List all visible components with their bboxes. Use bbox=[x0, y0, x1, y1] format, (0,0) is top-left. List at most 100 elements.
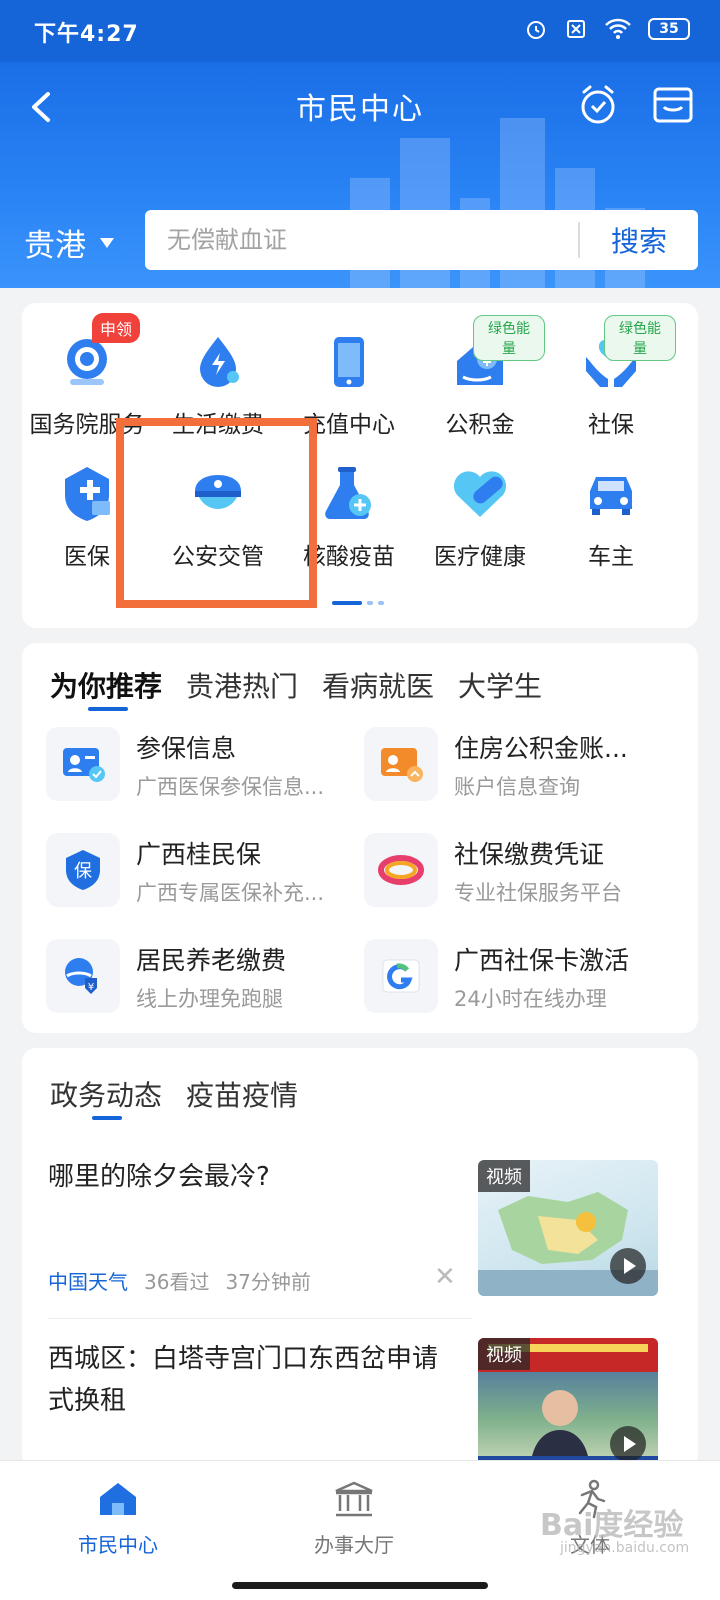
service-label: 核酸疫苗 bbox=[303, 544, 395, 570]
status-icons: 35 bbox=[524, 17, 690, 41]
alarm-button[interactable] bbox=[576, 80, 620, 130]
service-utility-bill[interactable]: 生活缴费 bbox=[153, 331, 283, 439]
news-card: 政务动态 疫苗疫情 哪里的除夕会最冷? 中国天气 36看过 37分钟前 ✕ 视频… bbox=[22, 1048, 698, 1474]
search-input[interactable] bbox=[145, 226, 578, 254]
watermark-logo: Bai度经验 bbox=[540, 1508, 684, 1543]
tab-vaccine-epidemic[interactable]: 疫苗疫情 bbox=[186, 1074, 298, 1114]
rec-pension-payment[interactable]: ¥ 居民养老缴费 线上办理免跑腿 bbox=[46, 939, 356, 1019]
battery-icon: 35 bbox=[648, 18, 690, 40]
rec-subtitle: 线上办理免跑腿 bbox=[136, 987, 283, 1011]
service-police-traffic[interactable]: 公安交管 bbox=[153, 463, 283, 571]
fund-account-icon bbox=[364, 727, 438, 801]
caret-down-icon bbox=[100, 237, 114, 248]
rec-social-payment-proof[interactable]: 社保缴费凭证 专业社保服务平台 bbox=[364, 833, 674, 913]
rec-housing-fund-account[interactable]: 住房公积金账... 账户信息查询 bbox=[364, 727, 674, 807]
news-tabs: 政务动态 疫苗疫情 bbox=[50, 1074, 298, 1114]
apply-badge: 申领 bbox=[92, 313, 141, 343]
recommend-card: 为你推荐 贵港热门 看病就医 大学生 参保信息 广西医保参保信息... 住房公积… bbox=[22, 643, 698, 1033]
insurance-card-icon bbox=[46, 727, 120, 801]
social-card-icon bbox=[364, 939, 438, 1013]
rec-title: 住房公积金账... bbox=[454, 734, 628, 763]
service-medical-health[interactable]: 医疗健康 bbox=[415, 463, 545, 571]
video-tag: 视频 bbox=[478, 1160, 530, 1192]
service-medical-insurance[interactable]: 医保 bbox=[22, 463, 152, 571]
rec-guiminbao[interactable]: 保 广西桂民保 广西专属医保补充... bbox=[46, 833, 356, 913]
rec-title: 广西桂民保 bbox=[136, 840, 262, 869]
nav-label: 市民中心 bbox=[78, 1533, 158, 1557]
service-label: 医保 bbox=[64, 544, 110, 570]
medical-insurance-icon bbox=[65, 467, 110, 521]
svg-text:保: 保 bbox=[74, 861, 92, 882]
rec-subtitle: 24小时在线办理 bbox=[454, 987, 607, 1011]
search-bar: 搜索 bbox=[145, 210, 698, 270]
alarm-clock-icon bbox=[581, 85, 615, 124]
service-state-council[interactable]: 申领 国务院服务 bbox=[22, 313, 152, 439]
service-car-owner[interactable]: 车主 bbox=[546, 463, 676, 571]
tab-medical[interactable]: 看病就医 bbox=[322, 665, 434, 705]
tab-college[interactable]: 大学生 bbox=[458, 665, 542, 705]
car-icon bbox=[590, 477, 632, 515]
dismiss-news-button[interactable]: ✕ bbox=[434, 1262, 456, 1292]
service-label: 充值中心 bbox=[303, 412, 395, 438]
rec-subtitle: 广西医保参保信息... bbox=[136, 775, 325, 799]
play-icon bbox=[610, 1248, 646, 1284]
news-source[interactable]: 中国天气 bbox=[48, 1266, 128, 1295]
news-divider bbox=[48, 1318, 472, 1319]
rec-subtitle: 广西专属医保补充... bbox=[136, 881, 325, 905]
recommend-tabs: 为你推荐 贵港热门 看病就医 大学生 bbox=[50, 665, 542, 705]
rec-title: 社保缴费凭证 bbox=[454, 840, 605, 869]
service-social-security[interactable]: 绿色能量 社保 bbox=[546, 315, 676, 439]
tab-for-you[interactable]: 为你推荐 bbox=[50, 665, 162, 705]
city-name: 贵港 bbox=[24, 228, 86, 264]
news-views: 36看过 bbox=[144, 1270, 210, 1294]
green-energy-badge: 绿色能量 bbox=[604, 315, 676, 361]
search-button[interactable]: 搜索 bbox=[580, 220, 698, 260]
swirl-logo-icon bbox=[364, 833, 438, 907]
status-time: 下午4:27 bbox=[34, 22, 139, 47]
sim-off-icon bbox=[567, 20, 585, 38]
service-housing-fund[interactable]: 绿色能量 公积金 bbox=[415, 315, 545, 439]
rec-title: 参保信息 bbox=[136, 734, 237, 763]
home-indicator[interactable] bbox=[232, 1582, 488, 1589]
news-time: 37分钟前 bbox=[225, 1270, 311, 1294]
service-label: 医疗健康 bbox=[434, 544, 526, 570]
flask-icon bbox=[325, 467, 371, 519]
nav-label: 办事大厅 bbox=[314, 1533, 394, 1557]
card-wallet-button[interactable] bbox=[650, 82, 696, 128]
pill-heart-icon bbox=[453, 471, 507, 517]
service-label: 公积金 bbox=[445, 412, 515, 438]
service-label: 国务院服务 bbox=[29, 412, 145, 438]
rec-insurance-info[interactable]: 参保信息 广西医保参保信息... bbox=[46, 727, 356, 807]
services-card: 申领 国务院服务 生活缴费 充值中心 绿色能量 公积金 绿色能量 社保 医保 公… bbox=[22, 303, 698, 628]
service-label: 生活缴费 bbox=[172, 412, 264, 438]
phone-recharge-icon bbox=[334, 337, 364, 387]
header: 市民中心 贵港 搜索 bbox=[0, 62, 720, 288]
status-bar: 下午4:27 35 bbox=[0, 0, 720, 62]
news-item-title[interactable]: 哪里的除夕会最冷? bbox=[48, 1156, 458, 1198]
page-dot bbox=[367, 601, 373, 605]
alarm-status-icon bbox=[527, 21, 545, 39]
news-meta: 中国天气 36看过 37分钟前 bbox=[48, 1266, 311, 1295]
video-tag: 视频 bbox=[478, 1338, 530, 1370]
news-video-thumbnail[interactable]: 视频 bbox=[478, 1160, 658, 1296]
watermark-url: jingyan.baidu.com bbox=[560, 1540, 690, 1556]
nav-citizen-center[interactable]: 市民中心 bbox=[48, 1479, 188, 1558]
svg-text:¥: ¥ bbox=[88, 982, 94, 993]
pension-icon: ¥ bbox=[46, 939, 120, 1013]
service-recharge[interactable]: 充值中心 bbox=[284, 331, 414, 439]
city-selector[interactable]: 贵港 bbox=[24, 220, 114, 265]
card-wallet-icon bbox=[653, 87, 693, 123]
rec-subtitle: 账户信息查询 bbox=[454, 775, 580, 799]
rec-social-card-activate[interactable]: 广西社保卡激活 24小时在线办理 bbox=[364, 939, 674, 1019]
police-cap-icon bbox=[195, 475, 241, 509]
utility-bill-icon bbox=[200, 337, 239, 387]
service-label: 公安交管 bbox=[172, 544, 264, 570]
tab-guigang-hot[interactable]: 贵港热门 bbox=[186, 665, 298, 705]
service-label: 社保 bbox=[588, 412, 634, 438]
tab-gov-news[interactable]: 政务动态 bbox=[50, 1074, 162, 1114]
nav-service-hall[interactable]: 办事大厅 bbox=[284, 1479, 424, 1558]
news-video-thumbnail[interactable]: 视频 bbox=[478, 1338, 658, 1474]
page-dot bbox=[378, 601, 384, 605]
service-nucleic-vaccine[interactable]: 核酸疫苗 bbox=[284, 463, 414, 571]
news-item-title[interactable]: 西城区：白塔寺宫门口东西岔申请式换租 bbox=[48, 1338, 458, 1422]
